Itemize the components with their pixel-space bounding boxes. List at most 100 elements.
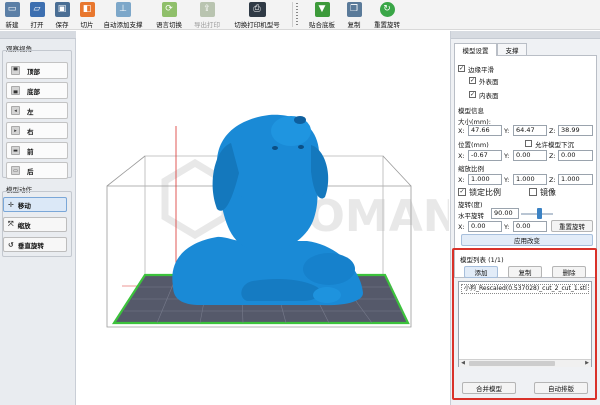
scale-x-label: X: <box>458 176 465 184</box>
auto-support-icon: ⊥ <box>115 2 131 17</box>
toolbar-grip[interactable] <box>296 3 298 27</box>
allow-sink-checkbox[interactable] <box>525 140 532 147</box>
export-print-label: 导出打印 <box>194 21 220 29</box>
view-right-label: 右 <box>27 127 34 136</box>
view-back-icon: ▭ <box>11 166 20 175</box>
main-toolbar: ▭ 新建 ▱ 打开 ▣ 保存 ◧ 切片 ⊥ 自动添加支撑 ⟳ 语言切换 ⇪ 导出… <box>0 0 600 30</box>
slice-label: 切片 <box>80 21 94 29</box>
horizontal-rotation-slider-thumb[interactable] <box>537 208 542 219</box>
copy-button[interactable]: ❐ 复制 <box>344 1 364 29</box>
view-bottom-button[interactable]: ▄ 底部 <box>6 82 68 99</box>
tab-support[interactable]: 支撑 <box>497 43 527 55</box>
view-top-label: 顶部 <box>27 67 40 76</box>
model-list-hscrollbar[interactable]: ◀ ▶ <box>459 359 591 367</box>
language-button[interactable]: ⟳ 语言切换 <box>152 1 186 29</box>
horizontal-rotation-field[interactable]: 90.00 <box>491 208 519 219</box>
model-info-title: 模型信息 <box>458 107 484 115</box>
merge-models-button[interactable]: 合并模型 <box>462 382 516 394</box>
model-list[interactable]: 小狗_Rescaled(0.537028)_cut_2_cut_1.stl ◀ … <box>458 281 592 367</box>
save-icon: ▣ <box>54 2 70 17</box>
add-model-button[interactable]: 添加 <box>464 266 498 278</box>
lock-ratio-checkbox[interactable]: ✓ <box>458 188 466 196</box>
new-file-icon: ▭ <box>4 2 20 17</box>
left-panel: 观察视角 ▀ 顶部 ▄ 底部 ◂ 左 ▸ 右 ▬ 前 ▭ 后 模型动作 ✛ 移动… <box>0 31 76 405</box>
slice-button[interactable]: ◧ 切片 <box>77 1 97 29</box>
slice-icon: ◧ <box>79 2 95 17</box>
scale-icon: ⤧ <box>8 220 14 228</box>
scroll-right-icon[interactable]: ▶ <box>583 360 591 367</box>
scale-y-label: Y: <box>504 176 510 184</box>
rotation-y-field[interactable]: 0.00 <box>513 221 547 232</box>
scale-z-field[interactable]: 1.000 <box>558 174 593 185</box>
save-label: 保存 <box>55 21 69 29</box>
export-print-button[interactable]: ⇪ 导出打印 <box>190 1 224 29</box>
scale-label: 缩放 <box>17 221 31 230</box>
view-bottom-label: 底部 <box>27 87 40 96</box>
open-label: 打开 <box>30 21 44 29</box>
right-panel-header <box>451 31 600 39</box>
copy-model-button[interactable]: 复制 <box>508 266 542 278</box>
lay-flat-label: 贴合底板 <box>309 21 335 29</box>
model-list-title: 模型列表 (1/1) <box>460 256 504 264</box>
view-front-button[interactable]: ▬ 前 <box>6 142 68 159</box>
view-left-button[interactable]: ◂ 左 <box>6 102 68 119</box>
reset-rotation-panel-button[interactable]: 重置旋转 <box>551 220 593 232</box>
save-button[interactable]: ▣ 保存 <box>52 1 72 29</box>
rotation-label: 旋转(度) <box>458 201 483 209</box>
scale-ratio-label: 缩放比例 <box>458 165 484 173</box>
view-top-button[interactable]: ▀ 顶部 <box>6 62 68 79</box>
new-button[interactable]: ▭ 新建 <box>2 1 22 29</box>
move-label: 移动 <box>17 201 31 210</box>
mirror-checkbox[interactable] <box>529 188 537 196</box>
auto-support-button[interactable]: ⊥ 自动添加支撑 <box>100 1 146 29</box>
position-z-field[interactable]: 0.00 <box>558 150 593 161</box>
scale-x-field[interactable]: 1.000 <box>468 174 502 185</box>
printer-model-button[interactable]: ⎙ 切换打印机型号 <box>228 1 286 29</box>
apply-changes-button[interactable]: 应用改变 <box>461 234 593 246</box>
tab-model-settings[interactable]: 模型设置 <box>454 43 497 56</box>
scroll-thumb[interactable] <box>469 361 555 366</box>
position-y-field[interactable]: 0.00 <box>513 150 547 161</box>
position-label: 位置(mm) <box>458 141 489 149</box>
view-back-label: 后 <box>27 167 34 176</box>
auto-support-label: 自动添加支撑 <box>103 21 143 29</box>
open-button[interactable]: ▱ 打开 <box>27 1 47 29</box>
size-y-field[interactable]: 64.47 <box>513 125 547 136</box>
list-item[interactable]: 小狗_Rescaled(0.537028)_cut_2_cut_1.stl <box>461 284 589 294</box>
auto-arrange-button[interactable]: 自动排版 <box>534 382 588 394</box>
rotation-x-label: X: <box>458 223 465 231</box>
move-button[interactable]: ✛ 移动 <box>3 197 67 212</box>
rotate-vertical-icon: ↺ <box>8 240 14 249</box>
position-x-field[interactable]: -0.67 <box>468 150 502 161</box>
3d-viewport[interactable]: ALOMAN <box>77 31 449 405</box>
inner-surface-label: 内表面 <box>479 92 499 100</box>
delete-model-button[interactable]: 删除 <box>552 266 586 278</box>
reset-rotation-icon: ↻ <box>379 2 395 17</box>
view-back-button[interactable]: ▭ 后 <box>6 162 68 179</box>
size-x-field[interactable]: 47.66 <box>468 125 502 136</box>
rotate-vertical-label: 垂直旋转 <box>17 241 44 250</box>
move-icon: ✛ <box>8 200 14 209</box>
language-icon: ⟳ <box>161 2 177 17</box>
toolbar-divider <box>292 2 293 27</box>
reset-rotation-button[interactable]: ↻ 重置旋转 <box>370 1 404 29</box>
smoothing-checkbox[interactable]: ✓ <box>458 65 465 72</box>
view-right-button[interactable]: ▸ 右 <box>6 122 68 139</box>
view-right-icon: ▸ <box>11 126 20 135</box>
copy-icon: ❐ <box>346 2 362 17</box>
printer-model-label: 切换打印机型号 <box>234 21 280 29</box>
lock-ratio-label: 锁定比例 <box>469 188 501 197</box>
outer-surface-checkbox[interactable]: ✓ <box>469 77 476 84</box>
scroll-left-icon[interactable]: ◀ <box>459 360 467 367</box>
scale-y-field[interactable]: 1.000 <box>513 174 547 185</box>
inner-surface-checkbox[interactable]: ✓ <box>469 91 476 98</box>
scale-button[interactable]: ⤧ 缩放 <box>3 217 67 232</box>
size-x-label: X: <box>458 127 465 135</box>
size-z-label: Z: <box>549 127 556 135</box>
rotate-vertical-button[interactable]: ↺ 垂直旋转 <box>3 237 67 252</box>
size-z-field[interactable]: 38.99 <box>558 125 593 136</box>
outer-surface-label: 外表面 <box>479 78 499 86</box>
printer-model-icon: ⎙ <box>248 2 266 17</box>
rotation-x-field[interactable]: 0.00 <box>468 221 502 232</box>
lay-flat-button[interactable]: ▼ 贴合底板 <box>305 1 339 29</box>
